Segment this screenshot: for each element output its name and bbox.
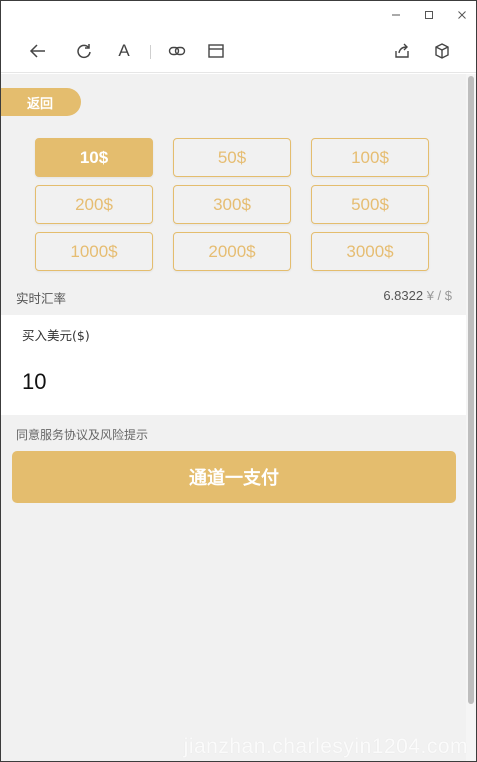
refresh-icon [77,44,91,59]
scrollbar-thumb[interactable] [468,76,474,704]
buy-usd-panel: 买入美元($) [1,315,466,415]
buy-usd-title: 买入美元($) [22,328,90,343]
amount-option-500[interactable]: 500$ [311,185,429,224]
minimize-icon [392,14,400,16]
amount-option-300[interactable]: 300$ [173,185,291,224]
cube-icon [435,43,449,59]
agreement-link[interactable]: 同意服务协议及风险提示 [16,426,148,443]
close-icon [458,11,466,19]
amount-grid: 10$ 50$ 100$ 200$ 300$ 500$ 1000$ 2000$ … [35,138,429,272]
window-icon [208,44,224,58]
amount-option-10[interactable]: 10$ [35,138,153,177]
link-icon [168,46,186,56]
app-window: A 返回 10$ 50$ 100$ 200$ 300$ 500$ 1000$ 2… [0,0,477,762]
exchange-rate-label: 实时汇率 [16,291,67,306]
minimize-button[interactable] [383,5,409,25]
share-icon [395,43,409,58]
font-icon: A [118,41,130,60]
exchange-rate-value-group: 6.8322 ¥ / $ [383,288,452,303]
amount-option-50[interactable]: 50$ [173,138,291,177]
toolbar-divider [150,45,151,59]
exchange-rate-value: 6.8322 [383,288,424,303]
watermark-text: jianzhan.charlesyin1204.com [183,735,468,758]
maximize-icon [425,11,433,19]
window-button[interactable] [206,41,226,61]
exchange-rate-unit: ¥ / $ [426,288,452,303]
amount-option-200[interactable]: 200$ [35,185,153,224]
refresh-button[interactable] [74,41,94,61]
amount-option-100[interactable]: 100$ [311,138,429,177]
font-button[interactable]: A [114,41,134,61]
page-content: 返回 10$ 50$ 100$ 200$ 300$ 500$ 1000$ 200… [1,74,466,761]
exchange-rate-row: 实时汇率 6.8322 ¥ / $ [16,287,452,306]
share-button[interactable] [392,41,412,61]
amount-option-2000[interactable]: 2000$ [173,232,291,271]
maximize-button[interactable] [416,5,442,25]
browser-toolbar: A [1,29,476,73]
amount-option-3000[interactable]: 3000$ [311,232,429,271]
cube-button[interactable] [432,41,452,61]
pay-channel-one-button[interactable]: 通道一支付 [12,451,456,503]
link-button[interactable] [167,41,187,61]
title-bar [1,1,476,29]
vertical-scrollbar[interactable] [466,74,476,761]
back-arrow-icon [29,44,45,58]
close-button[interactable] [449,5,475,25]
amount-option-1000[interactable]: 1000$ [35,232,153,271]
back-arrow-button[interactable] [28,41,48,61]
buy-amount-input[interactable] [22,365,442,399]
back-button[interactable]: 返回 [1,88,81,116]
